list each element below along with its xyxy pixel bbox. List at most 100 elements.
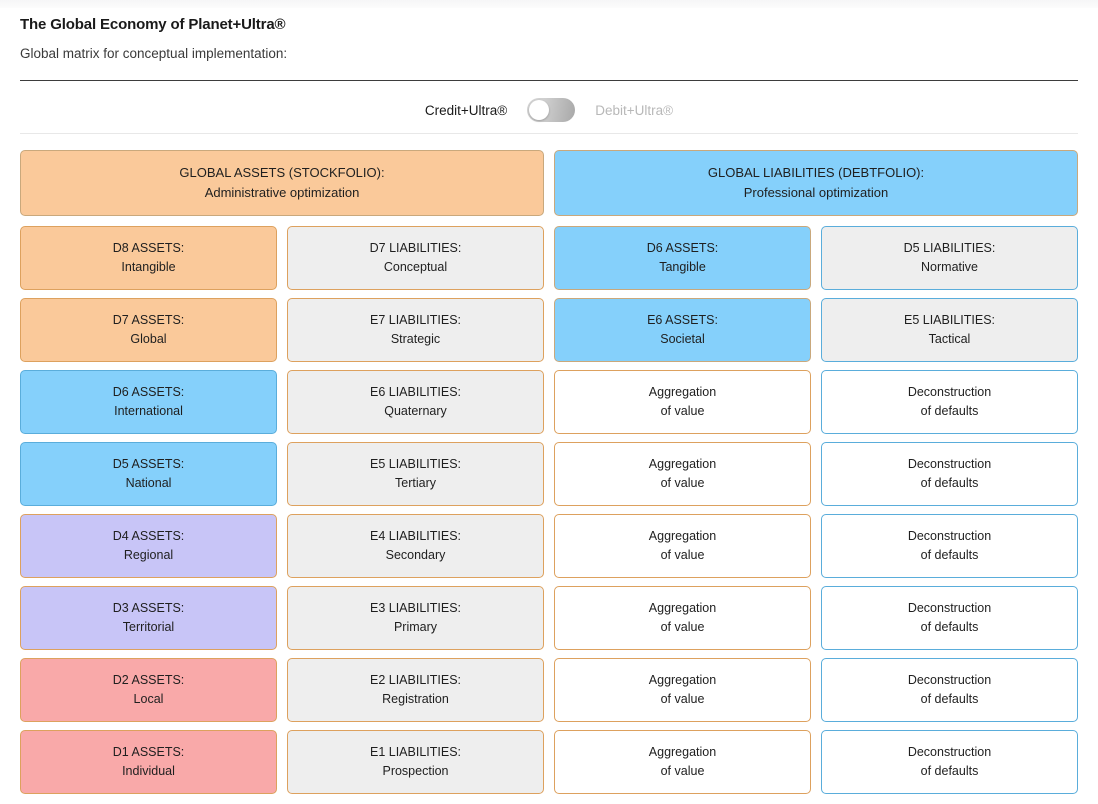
cell-line1: D1 ASSETS: (112, 745, 185, 759)
cell-d6-assets-international[interactable]: D6 ASSETS: International (20, 370, 277, 434)
cell-d4-assets-regional[interactable]: D4 ASSETS: Regional (20, 514, 277, 578)
cell-line1: E6 ASSETS: (647, 313, 718, 327)
cell-line2: Intangible (121, 260, 176, 274)
cell-line2: of defaults (920, 476, 979, 490)
group-header-liabilities-line1: GLOBAL LIABILITIES (DEBTFOLIO): (707, 165, 925, 180)
page-title: The Global Economy of Planet+Ultra® (20, 16, 286, 33)
cell-aggregation-of-value[interactable]: Aggregation of value (554, 586, 811, 650)
credit-debit-toggle[interactable] (527, 98, 576, 122)
group-header-liabilities[interactable]: GLOBAL LIABILITIES (DEBTFOLIO): Professi… (554, 150, 1078, 216)
table-row: D7 ASSETS: Global E7 LIABILITIES: Strate… (20, 298, 1078, 362)
cell-line2: International (114, 404, 183, 418)
cell-e6-liabilities[interactable]: E6 LIABILITIES: Quaternary (287, 370, 544, 434)
cell-line2: of value (660, 476, 705, 490)
cell-line1: Aggregation (648, 529, 717, 543)
cell-line2: of value (660, 692, 705, 706)
cell-d5-assets-national[interactable]: D5 ASSETS: National (20, 442, 277, 506)
table-row: D8 ASSETS: Intangible D7 LIABILITIES: Co… (20, 226, 1078, 290)
cell-line1: E7 LIABILITIES: (369, 313, 461, 327)
cell-aggregation-of-value[interactable]: Aggregation of value (554, 730, 811, 794)
cell-line2: Territorial (122, 620, 175, 634)
cell-line1: D3 ASSETS: (112, 601, 185, 615)
cell-line1: E5 LIABILITIES: (369, 457, 461, 471)
global-economy-matrix-page: The Global Economy of Planet+Ultra® Glob… (0, 0, 1098, 804)
cell-deconstruction-of-defaults[interactable]: Deconstruction of defaults (821, 586, 1078, 650)
toggle-label-credit: Credit+Ultra® (424, 102, 508, 118)
cell-line1: Aggregation (648, 745, 717, 759)
cell-line1: D6 ASSETS: (646, 241, 719, 255)
cell-e2-liabilities[interactable]: E2 LIABILITIES: Registration (287, 658, 544, 722)
cell-line2: Prospection (382, 764, 449, 778)
cell-line2: National (125, 476, 172, 490)
cell-line2: of defaults (920, 620, 979, 634)
cell-line2: Tangible (659, 260, 706, 274)
cell-line2: of defaults (920, 404, 979, 418)
mode-toggle-row: Credit+Ultra® Debit+Ultra® (20, 93, 1078, 127)
toggle-knob[interactable] (529, 100, 550, 120)
cell-e3-liabilities[interactable]: E3 LIABILITIES: Primary (287, 586, 544, 650)
cell-line1: E6 LIABILITIES: (369, 385, 461, 399)
cell-line2: Registration (382, 692, 449, 706)
cell-line1: Aggregation (648, 385, 717, 399)
cell-line1: D5 ASSETS: (112, 457, 185, 471)
cell-line2: Local (133, 692, 164, 706)
cell-line2: Quaternary (384, 404, 447, 418)
cell-line1: Deconstruction (907, 529, 992, 543)
cell-line1: E3 LIABILITIES: (369, 601, 461, 615)
cell-line1: D7 ASSETS: (112, 313, 185, 327)
cell-d6-assets[interactable]: D6 ASSETS: Tangible (554, 226, 811, 290)
cell-e7-liabilities[interactable]: E7 LIABILITIES: Strategic (287, 298, 544, 362)
cell-line1: D7 LIABILITIES: (369, 241, 462, 255)
table-row: D3 ASSETS: Territorial E3 LIABILITIES: P… (20, 586, 1078, 650)
cell-line1: E4 LIABILITIES: (369, 529, 461, 543)
page-subtitle: Global matrix for conceptual implementat… (20, 46, 288, 61)
cell-e1-liabilities[interactable]: E1 LIABILITIES: Prospection (287, 730, 544, 794)
cell-d8-assets[interactable]: D8 ASSETS: Intangible (20, 226, 277, 290)
cell-deconstruction-of-defaults[interactable]: Deconstruction of defaults (821, 442, 1078, 506)
cell-deconstruction-of-defaults[interactable]: Deconstruction of defaults (821, 730, 1078, 794)
cell-aggregation-of-value[interactable]: Aggregation of value (554, 658, 811, 722)
cell-d2-assets-local[interactable]: D2 ASSETS: Local (20, 658, 277, 722)
cell-line1: D8 ASSETS: (112, 241, 185, 255)
cell-e5-liabilities-tertiary[interactable]: E5 LIABILITIES: Tertiary (287, 442, 544, 506)
table-row: D6 ASSETS: International E6 LIABILITIES:… (20, 370, 1078, 434)
cell-aggregation-of-value[interactable]: Aggregation of value (554, 370, 811, 434)
cell-d7-liabilities[interactable]: D7 LIABILITIES: Conceptual (287, 226, 544, 290)
cell-line2: of defaults (920, 764, 979, 778)
cell-d1-assets-individual[interactable]: D1 ASSETS: Individual (20, 730, 277, 794)
cell-line2: of defaults (920, 548, 979, 562)
group-header-liabilities-line2: Professional optimization (743, 185, 889, 200)
cell-line1: E2 LIABILITIES: (369, 673, 461, 687)
cell-line2: of value (660, 404, 705, 418)
cell-e6-assets[interactable]: E6 ASSETS: Societal (554, 298, 811, 362)
cell-e4-liabilities[interactable]: E4 LIABILITIES: Secondary (287, 514, 544, 578)
cell-aggregation-of-value[interactable]: Aggregation of value (554, 442, 811, 506)
cell-line1: Aggregation (648, 601, 717, 615)
cell-aggregation-of-value[interactable]: Aggregation of value (554, 514, 811, 578)
cell-line1: Aggregation (648, 673, 717, 687)
cell-line2: Conceptual (383, 260, 448, 274)
group-header-assets[interactable]: GLOBAL ASSETS (STOCKFOLIO): Administrati… (20, 150, 544, 216)
cell-line2: Secondary (385, 548, 446, 562)
cell-line2: of value (660, 620, 705, 634)
cell-line1: D5 LIABILITIES: (903, 241, 996, 255)
cell-d5-liabilities[interactable]: D5 LIABILITIES: Normative (821, 226, 1078, 290)
cell-deconstruction-of-defaults[interactable]: Deconstruction of defaults (821, 658, 1078, 722)
cell-line2: of value (660, 548, 705, 562)
divider-below-toggle (20, 133, 1078, 134)
cell-d3-assets-territorial[interactable]: D3 ASSETS: Territorial (20, 586, 277, 650)
cell-line1: Deconstruction (907, 457, 992, 471)
table-row: D2 ASSETS: Local E2 LIABILITIES: Registr… (20, 658, 1078, 722)
cell-line2: Tertiary (395, 476, 436, 490)
cell-line1: D2 ASSETS: (112, 673, 185, 687)
cell-line2: of value (660, 764, 705, 778)
cell-deconstruction-of-defaults[interactable]: Deconstruction of defaults (821, 370, 1078, 434)
cell-d7-assets[interactable]: D7 ASSETS: Global (20, 298, 277, 362)
cell-e5-liabilities[interactable]: E5 LIABILITIES: Tactical (821, 298, 1078, 362)
cell-deconstruction-of-defaults[interactable]: Deconstruction of defaults (821, 514, 1078, 578)
cell-line1: Deconstruction (907, 385, 992, 399)
group-header-assets-line2: Administrative optimization (204, 185, 360, 200)
group-header-assets-line1: GLOBAL ASSETS (STOCKFOLIO): (179, 165, 385, 180)
cell-line1: D4 ASSETS: (112, 529, 185, 543)
divider-above-toggle (20, 80, 1078, 81)
